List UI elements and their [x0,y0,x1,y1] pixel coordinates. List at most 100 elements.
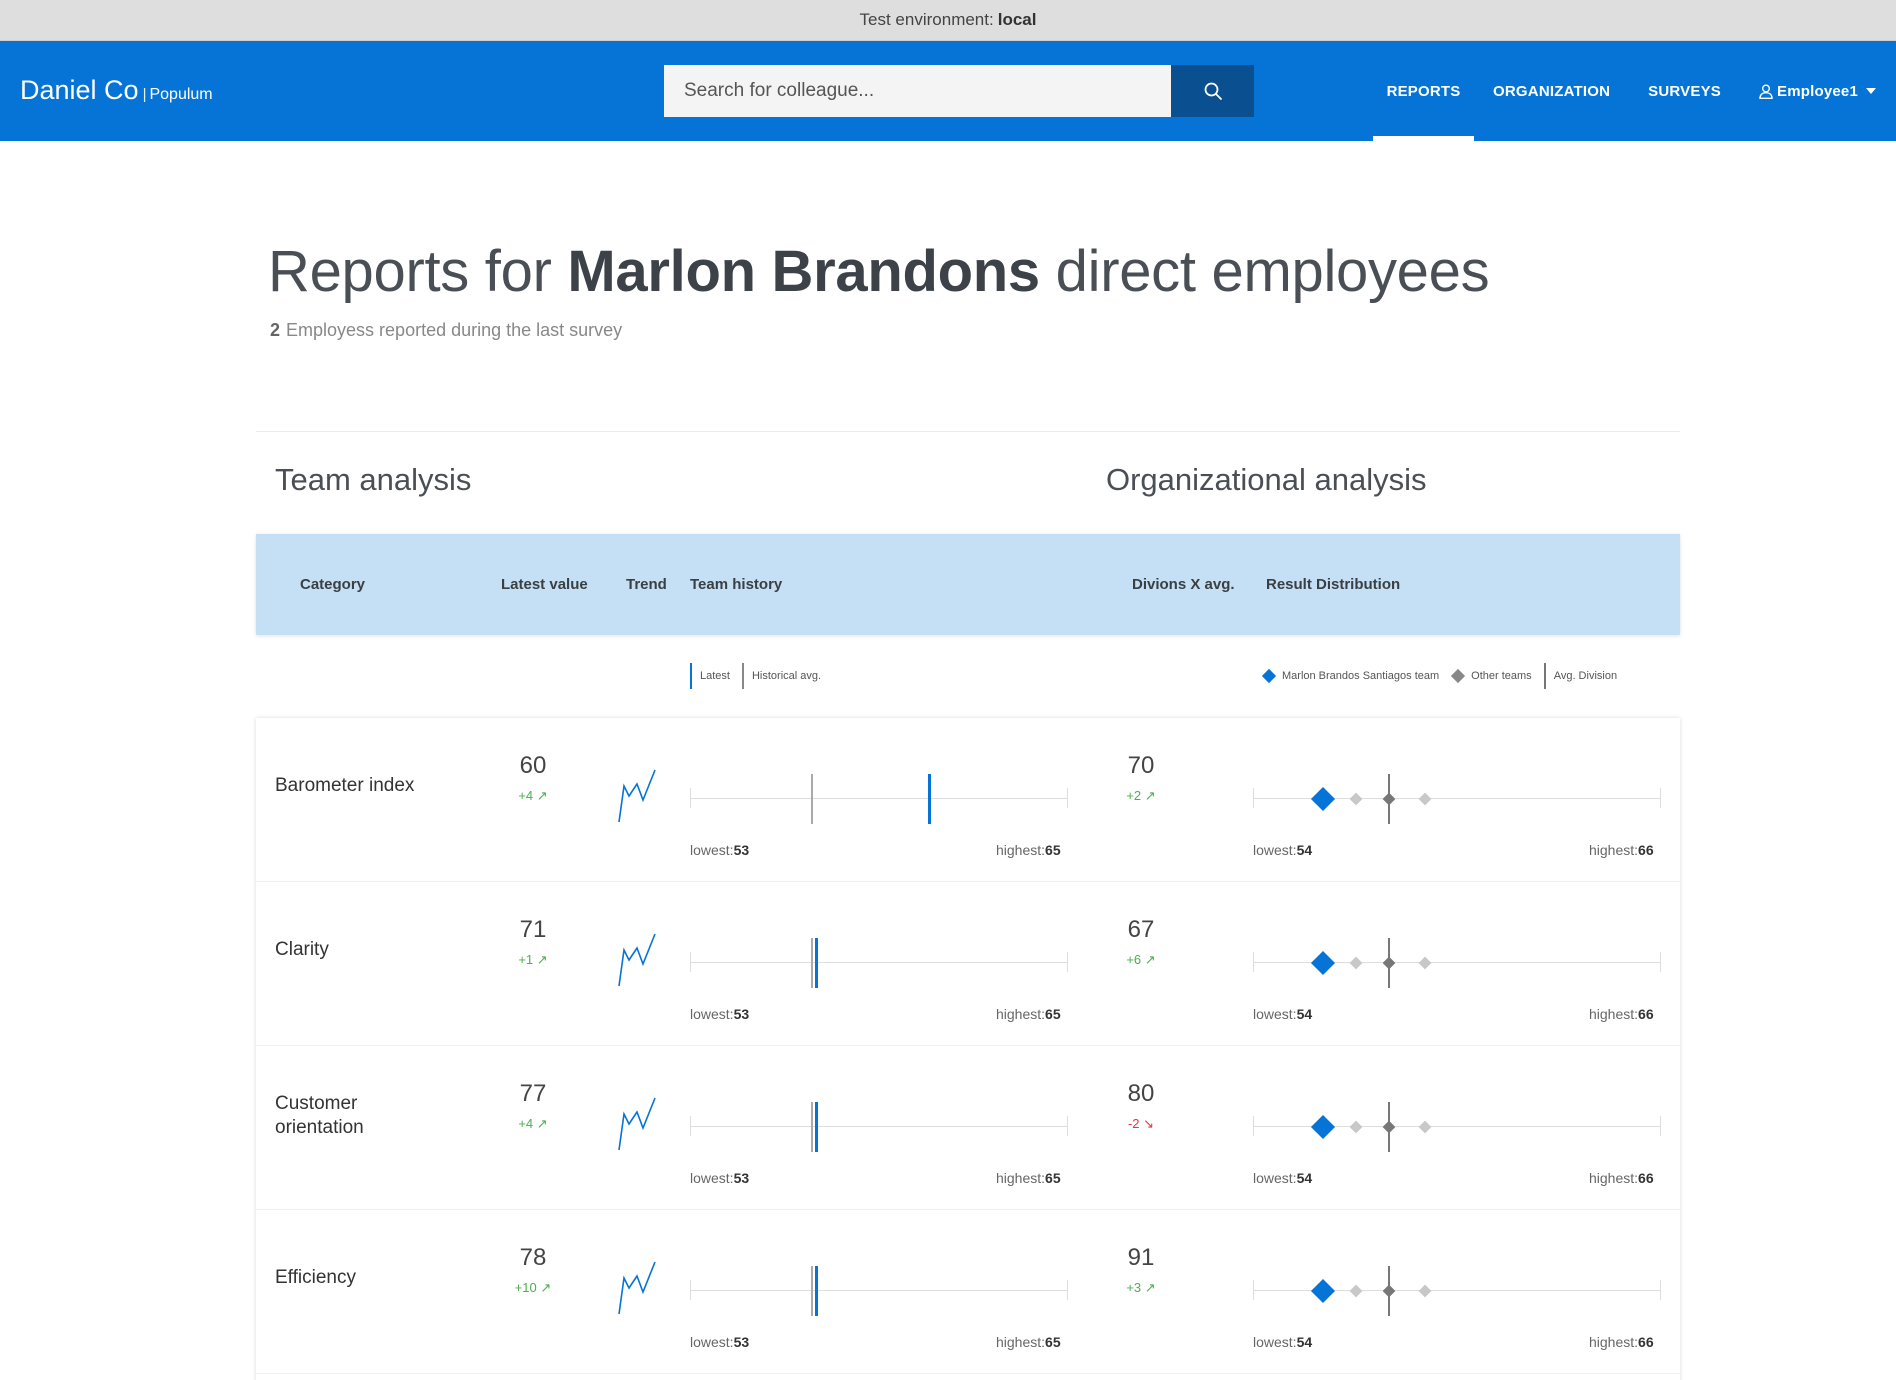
other-team-diamond [1382,1120,1396,1134]
latest-delta: +10 ↗ [514,1280,552,1295]
latest-delta: +4 ↗ [518,788,548,803]
lowest-text: lowest: [1253,1006,1297,1022]
org-lowest-value: 54 [1296,842,1313,858]
range-end-cap [1067,952,1068,972]
team-diamond [1310,950,1336,976]
team-history-range[interactable] [690,1266,1068,1316]
legend-historical-label: Historical avg. [751,670,822,682]
range-end-cap [1067,788,1068,808]
lowest-text: lowest: [690,842,734,858]
range-start-cap [690,1280,691,1300]
latest-delta: +4 ↗ [518,1116,548,1131]
other-team-diamond [1349,1284,1363,1298]
trend-sparkline[interactable] [617,932,657,988]
page-subtitle: 2 Employess reported during the last surv… [270,320,622,341]
org-lowest-value: 54 [1296,1334,1313,1350]
org-analysis-heading: Organizational analysis [1106,462,1427,497]
team-analysis-heading: Team analysis [275,462,472,497]
header-category: Category [300,576,366,593]
page-title: Reports for Marlon Brandons direct emplo… [268,238,1490,305]
main-nav: REPORTS ORGANIZATION SURVEYS Employee1 [1373,41,1896,141]
brand-name: Daniel Co [20,75,139,105]
nav-reports[interactable]: REPORTS [1373,41,1475,141]
historical-avg-marker [811,1266,813,1316]
header-division-avg: Divions X avg. [1132,576,1235,593]
search-button[interactable] [1171,65,1254,117]
header-latest-value: Latest value [501,576,588,593]
team-highest-label: highest:65 [996,1170,1061,1186]
trend-sparkline[interactable] [617,1260,657,1316]
table-header: Category Latest value Trend Team history… [256,534,1680,635]
division-delta: +6 ↗ [1126,952,1156,967]
trend-sparkline[interactable] [617,768,657,824]
table-row[interactable]: Clarity 71 +1 ↗ lowest:53 highest:65 67 … [256,882,1680,1046]
legend-latest-label: Latest [700,670,730,682]
user-icon [1759,84,1773,99]
table-row[interactable]: Customer orientation 77 +4 ↗ lowest:53 h… [256,1046,1680,1210]
result-distribution-range[interactable] [1253,1266,1661,1316]
team-lowest-label: lowest:53 [690,1334,749,1350]
team-highest-value: 65 [1045,1170,1061,1186]
team-highest-label: highest:65 [996,1334,1061,1350]
search-input[interactable] [664,65,1171,117]
lowest-text: lowest: [1253,1170,1297,1186]
range-baseline [690,798,1068,799]
other-team-diamond [1349,792,1363,806]
latest-marker [815,1102,818,1152]
section-divider [256,431,1680,432]
legend-latest-swatch [690,663,692,689]
team-history-range[interactable] [690,774,1068,824]
distribution-start-cap [1253,952,1254,972]
search-icon [1204,82,1222,100]
highest-text: highest: [996,1334,1046,1350]
legend-avg-swatch [1543,663,1546,689]
latest-value: 71 [519,916,547,943]
team-history-range[interactable] [690,1102,1068,1152]
historical-avg-marker [811,1102,813,1152]
nav-surveys[interactable]: SURVEYS [1648,41,1721,141]
result-distribution-range[interactable] [1253,774,1661,824]
table-row[interactable]: Efficiency 78 +10 ↗ lowest:53 highest:65… [256,1210,1680,1374]
team-lowest-value: 53 [733,1334,750,1350]
latest-value: 78 [519,1244,547,1271]
colleague-search [664,65,1254,117]
latest-marker [928,774,931,824]
category-name: Clarity [275,939,329,960]
org-highest-value: 66 [1638,842,1654,858]
page-title-prefix: Reports for [268,239,552,304]
team-diamond [1310,1278,1336,1304]
team-highest-value: 65 [1045,842,1061,858]
latest-value: 77 [519,1080,547,1107]
lowest-text: lowest: [1253,1334,1297,1350]
legend-historical-swatch [741,663,744,689]
result-distribution-range[interactable] [1253,1102,1661,1152]
user-name: Employee1 [1776,82,1858,100]
team-lowest-label: lowest:53 [690,842,749,858]
lowest-text: lowest: [690,1170,734,1186]
nav-reports-label: REPORTS [1386,82,1461,100]
org-highest-label: highest:66 [1589,1170,1654,1186]
other-team-diamond [1418,1284,1432,1298]
lowest-text: lowest: [690,1006,734,1022]
result-distribution-range[interactable] [1253,938,1661,988]
range-baseline [690,1126,1068,1127]
distribution-start-cap [1253,1280,1254,1300]
division-avg-value: 67 [1127,916,1155,943]
highest-text: highest: [1589,1170,1639,1186]
brand-logo[interactable]: Daniel Co | Populum [20,75,213,106]
subtitle-text: Employess reported during the last surve… [286,320,623,340]
org-highest-label: highest:66 [1589,1006,1654,1022]
legend-team-label: Marlon Brandos Santiagos team [1282,670,1440,682]
division-avg-value: 91 [1127,1244,1155,1271]
user-menu[interactable]: Employee1 [1759,41,1876,141]
table-row[interactable]: Barometer index 60 +4 ↗ lowest:53 highes… [256,718,1680,882]
division-avg-value: 80 [1127,1080,1155,1107]
range-start-cap [690,1116,691,1136]
nav-organization[interactable]: ORGANIZATION [1493,41,1610,141]
org-lowest-value: 54 [1296,1170,1313,1186]
team-history-range[interactable] [690,938,1068,988]
distribution-end-cap [1660,1116,1661,1136]
trend-sparkline[interactable] [617,1096,657,1152]
highest-text: highest: [1589,842,1639,858]
distribution-end-cap [1660,1280,1661,1300]
